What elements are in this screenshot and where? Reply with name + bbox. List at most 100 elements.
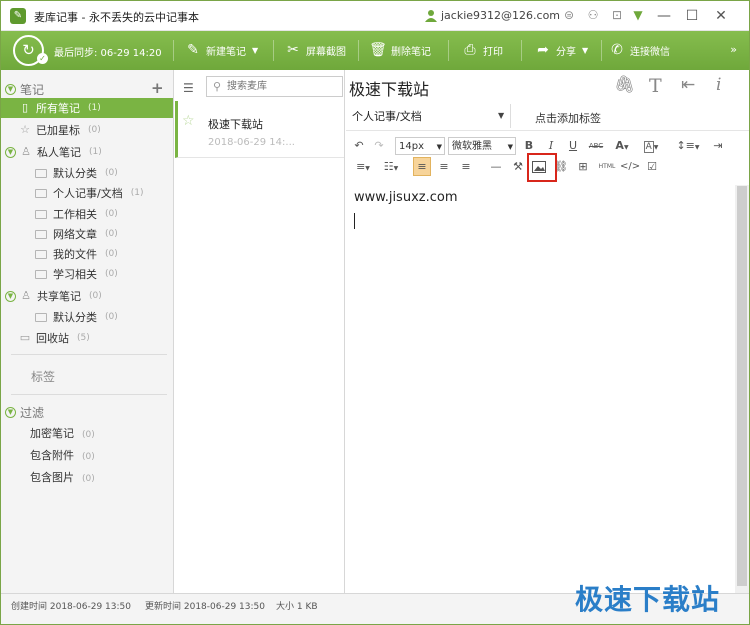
- app-title: 麦库记事 - 永不丢失的云中记事本: [34, 11, 199, 24]
- ordered-list-icon[interactable]: ≡▼: [352, 158, 374, 176]
- collapse-icon[interactable]: ▼: [5, 83, 16, 95]
- wechat-icon: ✆: [611, 42, 623, 58]
- add-tag-button[interactable]: 点击添加标签: [535, 110, 601, 126]
- star-icon[interactable]: ☆: [182, 113, 195, 129]
- undo-icon[interactable]: ↶: [352, 137, 366, 155]
- collapse-icon[interactable]: ▼: [5, 146, 16, 158]
- search-input[interactable]: [227, 79, 337, 94]
- filter-header[interactable]: ▼ 过滤: [5, 404, 44, 420]
- user-email[interactable]: jackie9312@126.com: [441, 9, 560, 22]
- sidebar-item-private[interactable]: ▼ ♙ 私人笔记 (1): [1, 142, 173, 162]
- add-notebook-icon[interactable]: +: [151, 79, 164, 97]
- trash-icon: ▭: [19, 331, 31, 344]
- redo-icon[interactable]: ↷: [372, 137, 386, 155]
- sidebar-item-work[interactable]: 工作相关 (0): [1, 204, 173, 224]
- code-icon[interactable]: </>: [620, 158, 640, 176]
- scrollbar-thumb[interactable]: [737, 186, 747, 586]
- html-icon[interactable]: HTML: [597, 158, 617, 176]
- sidebar-item-shared[interactable]: ▼ ♙ 共享笔记 (0): [1, 286, 173, 306]
- share-button[interactable]: ➦ 分享 ▼: [534, 40, 588, 60]
- sidebar-item-my-files[interactable]: 我的文件 (0): [1, 244, 173, 264]
- collapse-icon[interactable]: ▼: [5, 406, 16, 418]
- format-painter-icon[interactable]: ⚒: [511, 158, 525, 176]
- user-icon: [425, 10, 437, 22]
- new-note-button[interactable]: ✎ 新建笔记 ▼: [184, 40, 258, 60]
- info-icon[interactable]: i: [716, 75, 721, 95]
- strikethrough-icon[interactable]: ABC: [586, 137, 606, 155]
- trash-icon: 🗑: [369, 42, 387, 58]
- filter-attachments[interactable]: 包含附件 (0): [30, 447, 95, 463]
- pencil-icon: ✎: [187, 42, 199, 58]
- maximize-button[interactable]: ☐: [682, 6, 702, 26]
- delete-note-button[interactable]: 🗑 删除笔记: [369, 40, 431, 60]
- app-window: ✎ 麦库记事 - 永不丢失的云中记事本 jackie9312@126.com ⊜…: [0, 0, 750, 625]
- sidebar-item-personal[interactable]: 个人记事/文档 (1): [1, 183, 173, 203]
- list-view-icon[interactable]: ☰: [183, 81, 194, 95]
- message-icon[interactable]: ⊡: [609, 7, 625, 23]
- text-format-icon[interactable]: T: [649, 75, 662, 97]
- folder-icon: [35, 168, 47, 178]
- screenshot-button[interactable]: ✂ 屏幕截图: [284, 40, 346, 60]
- share-icon: ➦: [537, 42, 549, 58]
- chevron-down-icon[interactable]: ▼: [582, 46, 588, 55]
- list-item[interactable]: ☆ 极速下载站 2018-06-29 14:...: [175, 101, 344, 158]
- chevron-down-icon[interactable]: ▼: [252, 46, 258, 55]
- lock-icon[interactable]: ⊜: [561, 7, 577, 23]
- filter-encrypted[interactable]: 加密笔记 (0): [30, 425, 95, 441]
- wechat-button[interactable]: ✆ 连接微信: [608, 40, 670, 60]
- highlight-color-icon[interactable]: A ▼: [639, 137, 663, 155]
- sidebar-item-all-notes[interactable]: ▯ 所有笔记 (1): [1, 98, 173, 118]
- note-title-input[interactable]: 极速下载站: [349, 76, 429, 100]
- indent-icon[interactable]: ⇥: [710, 137, 726, 155]
- people-icon: ♙: [21, 289, 31, 302]
- chevron-down-icon[interactable]: ▼: [498, 111, 504, 120]
- watermark-logo: 极速下载站: [575, 583, 721, 616]
- underline-icon[interactable]: U: [566, 137, 580, 155]
- align-right-icon[interactable]: ≡: [458, 158, 474, 176]
- sidebar-item-trash[interactable]: ▭ 回收站 (5): [1, 328, 173, 348]
- filter-images[interactable]: 包含图片 (0): [30, 469, 95, 485]
- menu-down-icon[interactable]: ▼: [630, 7, 646, 23]
- sidebar: ▼ 笔记 + ▯ 所有笔记 (1) ☆ 已加星标 (0) ▼ ♙ 私人笔记 (1) 默认分类 (0…: [1, 70, 174, 593]
- close-button[interactable]: ✕: [711, 6, 731, 26]
- notebook-select[interactable]: 个人记事/文档: [352, 108, 510, 126]
- sidebar-item-shared-default[interactable]: 默认分类 (0): [1, 307, 173, 327]
- checkbox-icon[interactable]: ☑: [644, 158, 660, 176]
- note-content-area[interactable]: www.jisuxz.com: [346, 185, 736, 580]
- font-size-select[interactable]: 14px ▼: [395, 137, 445, 155]
- sidebar-item-web-articles[interactable]: 网络文章 (0): [1, 224, 173, 244]
- print-button[interactable]: ⎙ 打印: [461, 40, 503, 60]
- note-title: 极速下载站: [208, 118, 263, 131]
- search-icon: ⚲: [213, 80, 222, 93]
- printer-icon: ⎙: [464, 42, 476, 58]
- collapse-icon[interactable]: ▼: [5, 290, 16, 302]
- exit-icon[interactable]: ⇤: [681, 75, 695, 95]
- sidebar-item-starred[interactable]: ☆ 已加星标 (0): [1, 120, 173, 140]
- folder-icon: [35, 209, 47, 219]
- minimize-button[interactable]: —: [654, 6, 674, 26]
- horizontal-rule-icon[interactable]: —: [488, 158, 504, 176]
- font-color-icon[interactable]: A▼: [611, 137, 633, 155]
- sidebar-item-study[interactable]: 学习相关 (0): [1, 264, 173, 284]
- title-bar: ✎ 麦库记事 - 永不丢失的云中记事本 jackie9312@126.com ⊜…: [1, 1, 749, 31]
- folder-icon: [35, 269, 47, 279]
- font-family-select[interactable]: 微软雅黑 ▼: [448, 137, 516, 155]
- created-time: 创建时间 2018-06-29 13:50: [11, 602, 131, 612]
- bullet-list-icon[interactable]: ☷▼: [380, 158, 402, 176]
- align-left-icon[interactable]: ≡: [413, 157, 431, 176]
- shirt-icon[interactable]: ⚇: [585, 7, 601, 23]
- table-icon[interactable]: ⊞: [575, 158, 591, 176]
- folder-icon: [35, 249, 47, 259]
- align-center-icon[interactable]: ≡: [436, 158, 452, 176]
- notes-header[interactable]: ▼ 笔记: [5, 81, 44, 97]
- app-logo-icon: ✎: [10, 8, 26, 24]
- modified-time: 更新时间 2018-06-29 13:50: [145, 602, 265, 612]
- line-height-icon[interactable]: ↕≡▼: [676, 137, 700, 155]
- attachment-icon[interactable]: 🖇: [614, 75, 636, 95]
- scissors-icon: ✂: [287, 42, 299, 58]
- note-size: 大小 1 KB: [276, 602, 318, 612]
- search-box[interactable]: ⚲: [206, 76, 343, 97]
- tags-header[interactable]: 标签: [31, 368, 55, 385]
- sidebar-item-default[interactable]: 默认分类 (0): [1, 163, 173, 183]
- double-chevron-down-icon[interactable]: »: [730, 43, 737, 56]
